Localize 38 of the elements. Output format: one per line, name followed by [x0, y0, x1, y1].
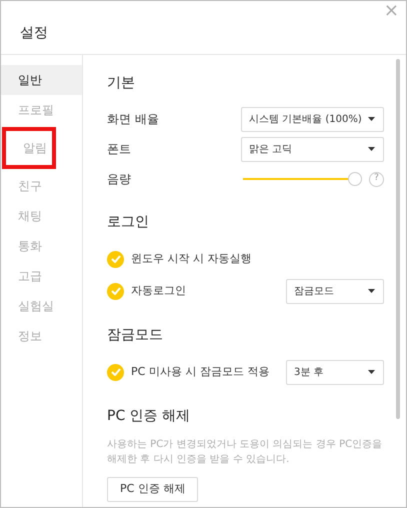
setting-label: 화면 배율 — [107, 111, 159, 128]
checkbox[interactable] — [107, 282, 124, 300]
check-icon — [110, 255, 120, 263]
sidebar-item[interactable]: 통화 — [1, 231, 82, 261]
checkbox[interactable] — [107, 364, 124, 380]
sidebar-item[interactable]: 고급 — [1, 261, 82, 291]
sidebar-item[interactable]: 실험실 — [1, 291, 82, 321]
section-heading: 로그인 — [107, 213, 150, 232]
check-icon — [110, 368, 120, 376]
dropdown[interactable]: 3분 후 — [286, 360, 384, 384]
caret-icon — [368, 370, 375, 374]
sidebar-item[interactable]: 친구 — [1, 171, 82, 201]
sidebar-item[interactable]: 채팅 — [1, 201, 82, 231]
description: 사용하는 PC가 변경되었거나 도용이 의심되는 경우 PC인증을 해제한 후 다시 인증을 받을 수 있습니다. — [107, 438, 384, 467]
close-button[interactable]: × — [384, 1, 399, 21]
dropdown[interactable]: 잠금모드 — [286, 278, 384, 304]
dropdown[interactable]: 시스템 기본배율 (100%) — [241, 106, 384, 132]
caret-icon — [368, 289, 375, 293]
scrollbar[interactable] — [396, 59, 400, 419]
check-icon — [110, 287, 120, 295]
section-heading: 잠금모드 — [107, 326, 164, 345]
setting-label: 음량 — [107, 171, 131, 188]
section-heading: 기본 — [107, 74, 136, 93]
help-icon[interactable]: ? — [369, 172, 384, 186]
setting-label: 폰트 — [107, 141, 131, 158]
window-title: 설정 — [20, 24, 48, 43]
sidebar-item[interactable]: 정보 — [1, 321, 82, 351]
caret-icon — [368, 117, 375, 121]
checkbox-label: 자동로그인 — [131, 282, 186, 299]
checkbox-label: 윈도우 시작 시 자동실행 — [131, 250, 252, 267]
section-heading: PC 인증 해제 — [107, 407, 192, 426]
sidebar-item[interactable]: 프로필 — [1, 95, 82, 125]
checkbox-label: PC 미사용 시 잠금모드 적용 — [131, 364, 270, 380]
dropdown[interactable]: 맑은 고딕 — [241, 136, 384, 162]
caret-icon — [368, 147, 375, 151]
checkbox[interactable] — [107, 250, 124, 268]
sidebar-item[interactable]: 일반 — [1, 65, 82, 95]
pc-auth-reset-button[interactable]: PC 인증 해제 — [107, 477, 198, 502]
